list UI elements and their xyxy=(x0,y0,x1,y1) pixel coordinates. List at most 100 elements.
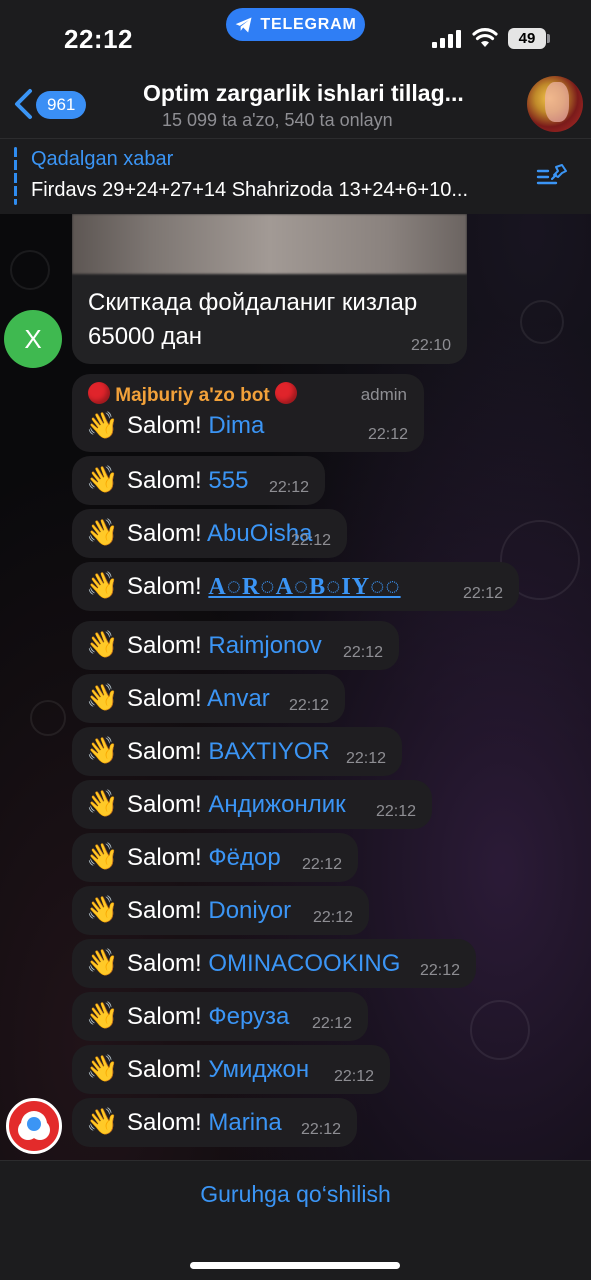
greeting-message[interactable]: 👋 Salom! Феруза 22:12 xyxy=(72,992,368,1041)
greeting-word: Salom! xyxy=(127,950,202,977)
media-message[interactable]: Скиткада фойдаланиг кизлар 65000 дан 22:… xyxy=(72,214,467,364)
greeting-message[interactable]: 👋 Salom! BAXTIYOR 22:12 xyxy=(72,727,402,776)
mentioned-user-name[interactable]: Anvar xyxy=(207,685,270,712)
waving-hand-icon: 👋 xyxy=(86,629,119,659)
telegram-pill-label: TELEGRAM xyxy=(260,15,357,33)
greeting-message[interactable]: 👋 Salom! AbuOisha 22:12 xyxy=(72,509,347,558)
waving-hand-icon: 👋 xyxy=(86,464,119,494)
group-avatar[interactable] xyxy=(527,76,583,132)
mentioned-user-name[interactable]: OMINACOOKING xyxy=(208,950,400,977)
greeting-message[interactable]: Majburiy a'zo bot admin 👋 Salom! Dima 22:12 xyxy=(72,374,424,452)
mentioned-user-name[interactable]: Умиджон xyxy=(208,1056,309,1083)
greeting-text: Salom! OMINACOOKING xyxy=(127,950,400,978)
mentioned-user-name[interactable]: BAXTIYOR xyxy=(208,738,329,765)
waving-hand-icon: 👋 xyxy=(86,1053,119,1083)
chat-title[interactable]: Optim zargarlik ishlari tillag... xyxy=(143,80,498,107)
greeting-word: Salom! xyxy=(127,412,202,439)
greeting-message[interactable]: 👋 Salom! Raimjonov 22:12 xyxy=(72,621,399,670)
greeting-text: Salom! Marina xyxy=(127,1109,282,1137)
sender-avatar[interactable]: X xyxy=(4,310,62,368)
mentioned-user-name[interactable]: Dima xyxy=(208,412,264,439)
message-time: 22:12 xyxy=(345,750,386,767)
greeting-word: Salom! xyxy=(127,791,202,818)
mentioned-user-name[interactable]: Marina xyxy=(208,1109,281,1136)
join-group-button[interactable]: Guruhga qo‘shilish xyxy=(0,1181,591,1208)
greeting-text: Salom! Умиджон xyxy=(127,1056,309,1084)
chat-subtitle: 15 099 ta a'zo, 540 ta onlayn xyxy=(162,110,393,130)
greeting-word: Salom! xyxy=(127,467,202,494)
waving-hand-icon: 👋 xyxy=(86,570,119,600)
home-indicator xyxy=(190,1262,400,1269)
greeting-message[interactable]: 👋 Salom! Андижонлик 22:12 xyxy=(72,780,432,829)
message-time: 22:12 xyxy=(300,1121,341,1138)
greeting-message[interactable]: 👋 Salom! Anvar 22:12 xyxy=(72,674,345,723)
message-time: 22:12 xyxy=(333,1068,374,1085)
mentioned-user-name[interactable]: Raimjonov xyxy=(208,632,321,659)
back-chevron-icon[interactable] xyxy=(12,88,34,120)
red-circle-icon xyxy=(88,382,110,404)
mentioned-user-name[interactable]: Doniyor xyxy=(208,897,291,924)
greeting-word: Salom! xyxy=(127,520,202,547)
message-time: 22:12 xyxy=(301,856,342,873)
telegram-icon xyxy=(236,17,252,32)
admin-badge: admin xyxy=(360,385,407,404)
greeting-word: Salom! xyxy=(127,897,202,924)
waving-hand-icon: 👋 xyxy=(86,1106,119,1136)
message-time: 22:12 xyxy=(462,585,503,602)
greeting-text: Salom! Андижонлик xyxy=(127,791,346,819)
greeting-message[interactable]: 👋 Salom! OMINACOOKING 22:12 xyxy=(72,939,476,988)
message-time: 22:12 xyxy=(342,644,383,661)
pinned-text: Firdavs 29+24+27+14 Shahrizoda 13+24+6+1… xyxy=(31,179,469,201)
message-time: 22:12 xyxy=(288,697,329,714)
pin-list-icon[interactable] xyxy=(536,163,568,189)
message-time: 22:12 xyxy=(311,1015,352,1032)
waving-hand-icon: 👋 xyxy=(86,517,119,547)
bot-name-text: Majburiy a'zo bot xyxy=(115,385,270,406)
greeting-text: Salom! Doniyor xyxy=(127,897,291,925)
greeting-word: Salom! xyxy=(127,1003,202,1030)
bottom-bar: Guruhga qo‘shilish xyxy=(0,1160,591,1280)
greeting-message[interactable]: 👋 Salom! 555 22:12 xyxy=(72,456,325,505)
greeting-text: Salom! A◌R◌A◌B◌IY◌◌ xyxy=(127,573,401,601)
status-time: 22:12 xyxy=(64,24,133,54)
greeting-text: Salom! AbuOisha xyxy=(127,520,312,548)
media-caption: Скиткада фойдаланиг кизлар 65000 дан xyxy=(88,289,418,350)
greeting-message[interactable]: 👋 Salom! Умиджон 22:12 xyxy=(72,1045,390,1094)
greeting-text: Salom! Фёдор xyxy=(127,844,281,872)
waving-hand-icon: 👋 xyxy=(86,788,119,818)
greeting-message[interactable]: 👋 Salom! Фёдор 22:12 xyxy=(72,833,358,882)
greeting-word: Salom! xyxy=(127,632,202,659)
message-list[interactable]: Скиткада фойдаланиг кизлар 65000 дан 22:… xyxy=(0,214,591,1160)
status-bar: 22:12 TELEGRAM 49 xyxy=(0,0,591,70)
pinned-indicator xyxy=(14,147,17,205)
bot-sender-name[interactable]: Majburiy a'zo bot xyxy=(88,382,297,407)
message-time: 22:10 xyxy=(410,337,451,354)
greeting-word: Salom! xyxy=(127,573,202,600)
mentioned-user-name[interactable]: A◌R◌A◌B◌IY◌◌ xyxy=(208,574,400,600)
mentioned-user-name[interactable]: 555 xyxy=(208,467,248,494)
unread-count-badge[interactable]: 961 xyxy=(36,91,87,119)
greeting-word: Salom! xyxy=(127,738,202,765)
mentioned-user-name[interactable]: Фёдор xyxy=(208,844,280,871)
pinned-message-bar[interactable]: Qadalgan xabar Firdavs 29+24+27+14 Shahr… xyxy=(0,138,591,214)
waving-hand-icon: 👋 xyxy=(86,841,119,871)
greeting-message[interactable]: 👋 Salom! A◌R◌A◌B◌IY◌◌ 22:12 xyxy=(72,562,519,611)
greeting-text: Salom! Dima xyxy=(127,412,264,440)
media-preview[interactable] xyxy=(72,214,467,274)
chat-header: 961 Optim zargarlik ishlari tillag... 15… xyxy=(0,70,591,138)
bot-avatar[interactable] xyxy=(6,1098,62,1154)
message-time: 22:12 xyxy=(375,803,416,820)
mentioned-user-name[interactable]: Андижонлик xyxy=(208,791,345,818)
battery-indicator: 49 xyxy=(508,28,546,49)
cellular-signal-icon xyxy=(432,30,461,48)
greeting-text: Salom! Raimjonov xyxy=(127,632,322,660)
wifi-icon xyxy=(472,28,498,47)
greeting-word: Salom! xyxy=(127,685,202,712)
greeting-text: Salom! BAXTIYOR xyxy=(127,738,330,766)
greeting-message[interactable]: 👋 Salom! Doniyor 22:12 xyxy=(72,886,369,935)
telegram-pill[interactable]: TELEGRAM xyxy=(226,8,365,41)
greeting-message[interactable]: 👋 Salom! Marina 22:12 xyxy=(72,1098,357,1147)
mentioned-user-name[interactable]: Феруза xyxy=(208,1003,289,1030)
waving-hand-icon: 👋 xyxy=(86,947,119,977)
waving-hand-icon: 👋 xyxy=(86,1000,119,1030)
